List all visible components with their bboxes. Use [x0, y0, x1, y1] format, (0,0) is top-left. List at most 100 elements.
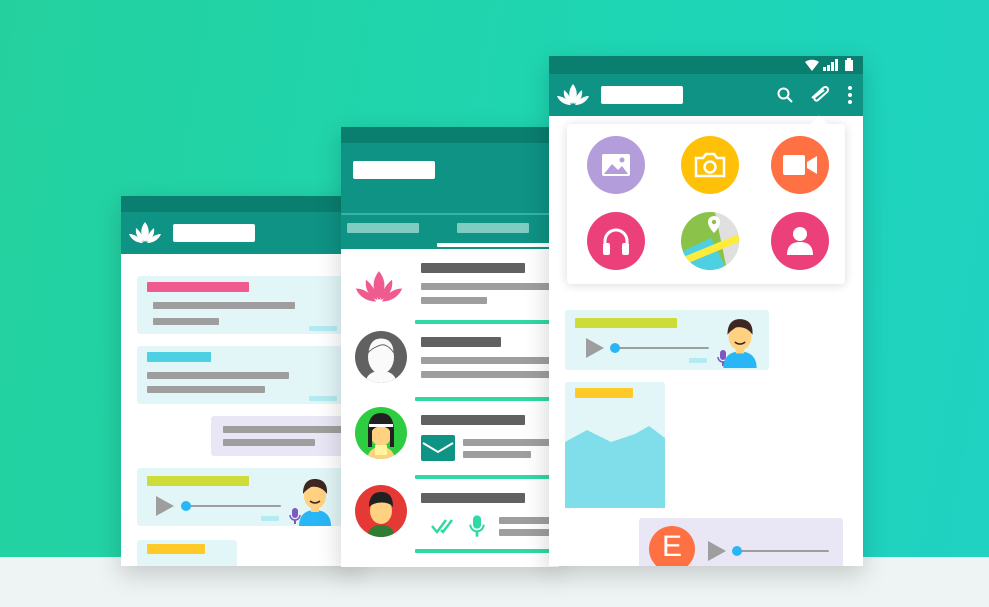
message-received[interactable] — [137, 540, 237, 566]
chat-preview-line — [421, 283, 559, 290]
image-message[interactable] — [565, 382, 665, 508]
chat-preview-line — [421, 297, 487, 304]
timestamp-bar — [309, 326, 337, 331]
headphones-icon — [601, 226, 631, 256]
play-icon[interactable] — [153, 495, 175, 517]
wifi-icon — [805, 59, 819, 71]
image-thumbnail — [565, 426, 665, 508]
gallery-button[interactable] — [587, 136, 645, 194]
message-received[interactable] — [137, 346, 357, 404]
tab-indicator — [437, 243, 559, 247]
lotus-icon — [555, 82, 591, 108]
chat-preview-line — [463, 439, 559, 446]
sender-initial: E — [661, 530, 682, 563]
contact-button[interactable] — [771, 212, 829, 270]
left-phone — [121, 196, 359, 566]
mic-icon — [469, 515, 485, 537]
status-bar — [549, 56, 863, 74]
sender-name-bar — [575, 318, 677, 328]
middle-phone — [341, 127, 559, 567]
progress-handle[interactable] — [732, 546, 742, 556]
lotus-icon — [127, 220, 163, 246]
voice-message[interactable] — [565, 310, 769, 370]
chat-list-item[interactable] — [341, 405, 559, 481]
right-phone: E — [549, 56, 863, 566]
status-bar — [341, 127, 559, 143]
camera-icon — [694, 152, 726, 178]
avatar — [355, 407, 407, 459]
chat-name-bar — [421, 415, 525, 425]
voice-message[interactable] — [137, 468, 357, 526]
status-bar — [121, 196, 359, 212]
chat-name-bar — [421, 493, 525, 503]
message-line — [223, 426, 345, 433]
camera-button[interactable] — [681, 136, 739, 194]
attachment-menu — [567, 115, 845, 284]
divider — [415, 475, 559, 479]
signal-icon — [823, 59, 839, 71]
double-check-icon — [431, 517, 457, 535]
avatar — [719, 316, 761, 368]
tab-status[interactable] — [457, 223, 529, 233]
sender-avatar: E — [649, 526, 695, 566]
chat-preview-line — [421, 357, 559, 364]
app-bar — [121, 212, 359, 254]
lotus-icon — [353, 267, 405, 307]
tab-divider — [341, 213, 559, 215]
avatar — [355, 485, 407, 537]
divider — [415, 549, 559, 553]
chat-preview-line — [463, 451, 531, 458]
progress-track — [615, 347, 709, 349]
app-title-placeholder — [601, 86, 683, 104]
timestamp-bar — [261, 516, 279, 521]
location-icon — [681, 212, 739, 270]
sender-name-bar — [147, 544, 205, 554]
chat-list-item[interactable] — [341, 255, 559, 329]
divider — [415, 320, 559, 324]
search-icon[interactable] — [777, 87, 793, 103]
play-icon[interactable] — [705, 540, 727, 562]
chat-preview-line — [421, 371, 559, 378]
message-line — [147, 372, 289, 379]
voice-message-sent[interactable]: E — [639, 518, 843, 566]
sender-name-bar — [147, 352, 211, 362]
message-line — [223, 439, 315, 446]
divider — [415, 397, 559, 401]
app-title-placeholder — [173, 224, 255, 242]
contact-icon — [786, 225, 814, 255]
app-bar — [549, 74, 863, 116]
play-icon[interactable] — [583, 337, 605, 359]
progress-track — [737, 550, 829, 552]
progress-handle[interactable] — [181, 501, 191, 511]
attachment-menu-arrow — [810, 115, 828, 133]
battery-icon — [845, 58, 853, 71]
chat-list-item[interactable] — [341, 329, 559, 405]
message-line — [147, 386, 265, 393]
avatar — [295, 476, 335, 526]
timestamp-bar — [689, 358, 707, 363]
progress-track — [185, 505, 281, 507]
tab-chats[interactable] — [347, 223, 419, 233]
paperclip-icon[interactable] — [809, 84, 831, 104]
more-vert-icon[interactable] — [848, 86, 852, 104]
progress-handle[interactable] — [610, 343, 620, 353]
video-button[interactable] — [771, 136, 829, 194]
chat-list-item[interactable] — [341, 481, 559, 557]
timestamp-bar — [309, 396, 337, 401]
image-message-icon — [421, 435, 455, 461]
gallery-icon — [601, 153, 631, 177]
video-icon — [783, 155, 817, 175]
message-line — [153, 302, 295, 309]
audio-button[interactable] — [587, 212, 645, 270]
avatar — [355, 331, 407, 383]
message-sent[interactable] — [211, 416, 359, 456]
chat-name-bar — [421, 337, 501, 347]
chat-name-bar — [421, 263, 525, 273]
sender-name-bar — [147, 282, 249, 292]
location-button[interactable] — [681, 212, 739, 270]
message-received[interactable] — [137, 276, 357, 334]
message-line — [153, 318, 219, 325]
sender-name-bar — [575, 388, 633, 398]
app-title-placeholder — [353, 161, 435, 179]
app-bar — [341, 143, 559, 249]
